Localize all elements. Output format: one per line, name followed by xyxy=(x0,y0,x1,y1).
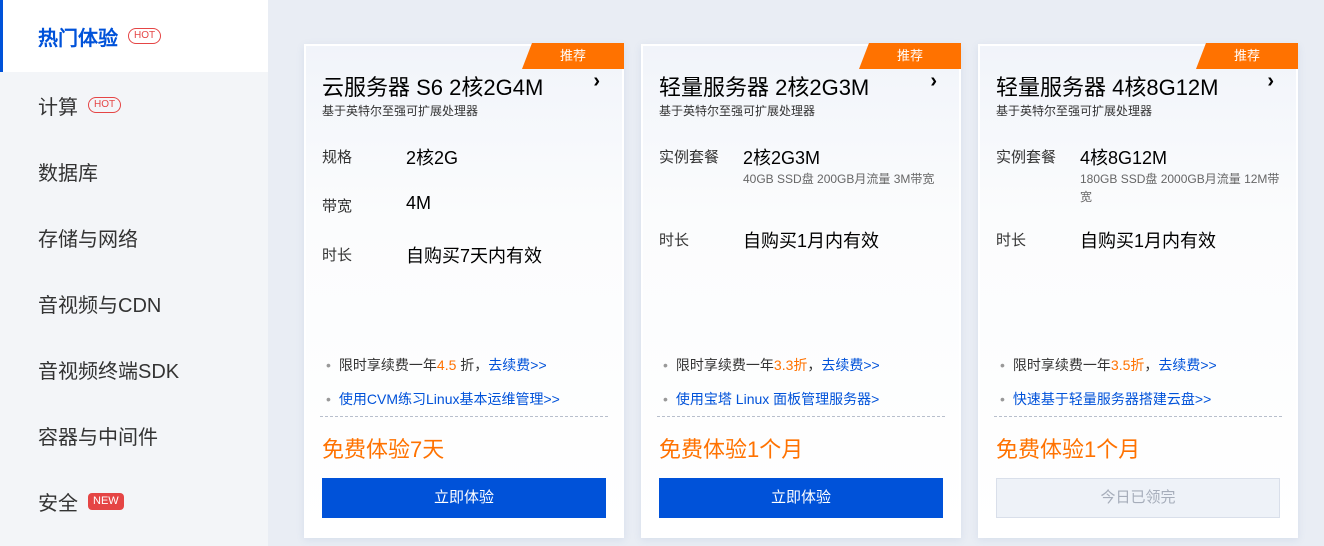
hot-badge: HOT xyxy=(88,97,122,113)
promo-links: • 限时享续费一年4.5 折，去续费>> • 使用CVM练习Linux基本运维管理>… xyxy=(326,348,560,416)
bullet-icon: • xyxy=(1000,357,1005,373)
recommend-badge: 推荐 xyxy=(859,43,961,69)
sidebar-item-label: 音视频终端SDK xyxy=(38,360,180,383)
spec-label: 实例套餐 xyxy=(659,149,720,166)
dashed-divider xyxy=(657,416,945,417)
bullet-icon: • xyxy=(663,391,668,407)
guide-row: • 使用CVM练习Linux基本运维管理>> xyxy=(326,382,560,416)
card-title[interactable]: 轻量服务器 2核2G3M xyxy=(659,70,869,102)
free-trial-offer: 免费体验1个月 xyxy=(659,437,804,462)
sidebar-item-label: 存储与网络 xyxy=(38,228,138,251)
chevron-right-icon[interactable]: › xyxy=(1267,70,1274,93)
sidebar-item-storage-network[interactable]: 存储与网络 xyxy=(0,204,268,270)
spec-label: 实例套餐 xyxy=(996,149,1057,166)
bullet-icon: • xyxy=(326,357,331,373)
spec-label: 时长 xyxy=(322,247,353,264)
free-trial-offer: 免费体验1个月 xyxy=(996,437,1141,462)
sidebar-item-label: 音视频与CDN xyxy=(38,294,162,317)
try-now-button[interactable]: 立即体验 xyxy=(322,478,606,518)
bullet-icon: • xyxy=(663,357,668,373)
sidebar-item-compute[interactable]: 计算 HOT xyxy=(0,72,268,138)
hot-badge: HOT xyxy=(128,28,162,44)
guide-link[interactable]: 快速基于轻量服务器搭建云盘>> xyxy=(1013,391,1211,407)
renew-row: • 限时享续费一年3.3折，去续费>> xyxy=(663,357,880,373)
free-trial-offer: 免费体验7天 xyxy=(322,437,445,462)
sidebar-item-security[interactable]: 安全 NEW xyxy=(0,468,268,534)
sidebar-item-label: 热门体验 xyxy=(38,27,118,50)
discount-value: 3.5折 xyxy=(1110,357,1145,373)
spec-value: 自购买1月内有效 xyxy=(1080,231,1217,251)
guide-link[interactable]: 使用CVM练习Linux基本运维管理>> xyxy=(339,391,560,407)
spec-label: 规格 xyxy=(322,149,353,166)
spec-value: 自购买1月内有效 xyxy=(743,231,880,251)
product-card-lighthouse-2c2g: 推荐 轻量服务器 2核2G3M › 基于英特尔至强可扩展处理器 实例套餐 2核2… xyxy=(641,43,961,538)
discount-value: 3.3折 xyxy=(773,357,808,373)
renew-link[interactable]: 去续费>> xyxy=(1158,357,1216,373)
sidebar-item-media-sdk[interactable]: 音视频终端SDK xyxy=(0,336,268,402)
try-now-button[interactable]: 立即体验 xyxy=(659,478,943,518)
product-card-lighthouse-4c8g: 推荐 轻量服务器 4核8G12M › 基于英特尔至强可扩展处理器 实例套餐 4核… xyxy=(978,43,1298,538)
promo-links: • 限时享续费一年3.5折，去续费>> • 快速基于轻量服务器搭建云盘>> xyxy=(1000,348,1217,416)
spec-value: 4核8G12M xyxy=(1080,148,1168,168)
card-title[interactable]: 轻量服务器 4核8G12M xyxy=(996,70,1219,102)
renew-link[interactable]: 去续费>> xyxy=(488,357,546,373)
chevron-right-icon[interactable]: › xyxy=(930,70,937,93)
spec-note: 180GB SSD盘 2000GB月流量 12M带宽 xyxy=(1080,172,1280,204)
sidebar-item-container-middleware[interactable]: 容器与中间件 xyxy=(0,402,268,468)
recommend-badge: 推荐 xyxy=(522,43,624,69)
card-subtitle: 基于英特尔至强可扩展处理器 xyxy=(322,104,479,118)
spec-label: 时长 xyxy=(996,232,1027,249)
spec-label: 时长 xyxy=(659,232,690,249)
sidebar-item-label: 容器与中间件 xyxy=(38,426,158,449)
bullet-icon: • xyxy=(1000,391,1005,407)
spec-value: 2核2G xyxy=(406,148,459,168)
sidebar-item-label: 数据库 xyxy=(38,162,98,185)
sidebar-item-media-cdn[interactable]: 音视频与CDN xyxy=(0,270,268,336)
promo-links: • 限时享续费一年3.3折，去续费>> • 使用宝塔 Linux 面板管理服务器> xyxy=(663,348,880,416)
spec-note: 40GB SSD盘 200GB月流量 3M带宽 xyxy=(743,172,935,186)
discount-value: 4.5 xyxy=(436,357,457,373)
guide-row: • 使用宝塔 Linux 面板管理服务器> xyxy=(663,382,880,416)
sidebar-item-label: 安全 xyxy=(38,492,78,515)
product-area: 推荐 云服务器 S6 2核2G4M › 基于英特尔至强可扩展处理器 规格 2核2… xyxy=(268,0,1324,546)
card-subtitle: 基于英特尔至强可扩展处理器 xyxy=(996,104,1153,118)
dashed-divider xyxy=(994,416,1282,417)
recommend-badge: 推荐 xyxy=(1196,43,1298,69)
card-subtitle: 基于英特尔至强可扩展处理器 xyxy=(659,104,816,118)
renew-row: • 限时享续费一年4.5 折，去续费>> xyxy=(326,357,547,373)
dashed-divider xyxy=(320,416,608,417)
spec-label: 带宽 xyxy=(322,198,353,215)
sidebar-item-database[interactable]: 数据库 xyxy=(0,138,268,204)
spec-value: 4M xyxy=(406,193,432,213)
renew-link[interactable]: 去续费>> xyxy=(821,357,879,373)
guide-row: • 快速基于轻量服务器搭建云盘>> xyxy=(1000,382,1217,416)
sidebar-item-hot-experience[interactable]: 热门体验 HOT xyxy=(0,0,268,72)
new-badge: NEW xyxy=(88,492,124,510)
spec-value: 自购买7天内有效 xyxy=(406,246,543,266)
card-title[interactable]: 云服务器 S6 2核2G4M xyxy=(322,70,543,102)
sold-out-button[interactable]: 今日已领完 xyxy=(996,478,1280,518)
product-card-cvm-s6: 推荐 云服务器 S6 2核2G4M › 基于英特尔至强可扩展处理器 规格 2核2… xyxy=(304,43,624,538)
guide-link[interactable]: 使用宝塔 Linux 面板管理服务器> xyxy=(676,391,879,407)
renew-row: • 限时享续费一年3.5折，去续费>> xyxy=(1000,357,1217,373)
bullet-icon: • xyxy=(326,391,331,407)
category-sidebar: 热门体验 HOT 计算 HOT 数据库 存储与网络 音视频与CDN 音视频终端S… xyxy=(0,0,268,546)
chevron-right-icon[interactable]: › xyxy=(593,70,600,93)
spec-value: 2核2G3M xyxy=(743,148,821,168)
sidebar-item-label: 计算 xyxy=(38,96,78,119)
